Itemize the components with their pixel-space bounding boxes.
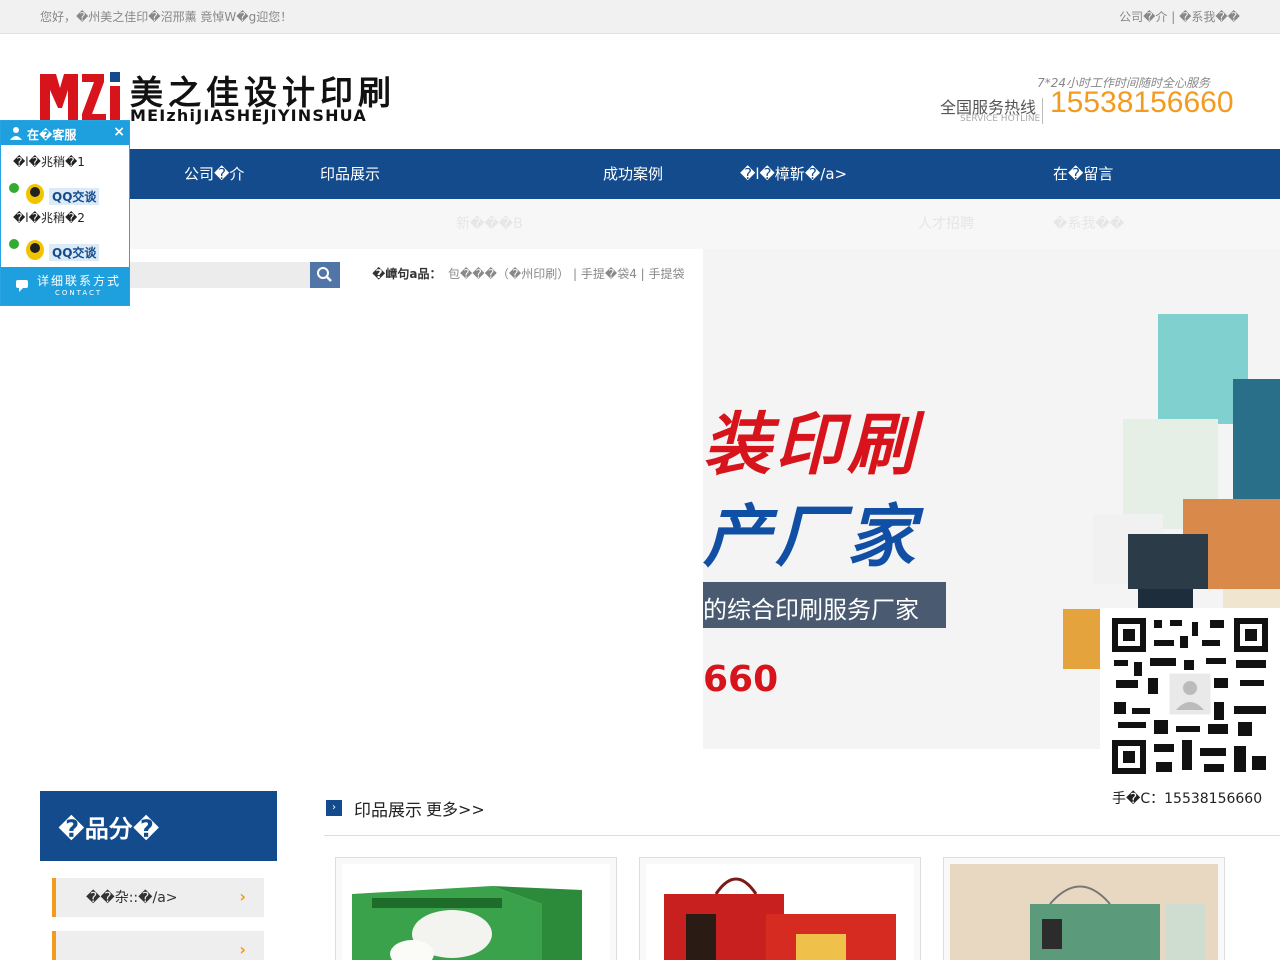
online-check-icon <box>9 239 19 249</box>
hot-keywords-label: �嶂句a品： <box>372 267 442 281</box>
banner-line-1: 装印刷 <box>703 406 920 485</box>
category-item-1[interactable]: ��杂::�/a> › <box>52 878 264 917</box>
close-icon[interactable]: × <box>113 124 125 140</box>
category-title: �品分� <box>58 815 160 843</box>
category-item-label: ��杂::�/a> <box>86 890 178 906</box>
site-logo[interactable]: 美之佳设计印刷 MEIzhiJIASHEJIYINSHUA <box>38 66 408 126</box>
sub-nav: 新���B 人才招聘 �系我�� <box>0 199 1280 249</box>
kefu-header: 在�客服 × <box>1 121 129 145</box>
nav-item-message[interactable]: 在�留言 <box>1053 163 1113 184</box>
product-card-3[interactable] <box>943 857 1225 960</box>
banner-strip: 的综合印刷服务厂家 <box>703 582 946 628</box>
chevron-right-icon: › <box>239 887 246 906</box>
tea-gift-bag-image <box>950 864 1218 960</box>
subnav-item-news[interactable]: 新���B <box>456 213 523 233</box>
qr-code-float: 手�C：15538156660 <box>1100 608 1280 808</box>
qq-chat-label-2: QQ交谈 <box>49 244 100 261</box>
logo-mark-icon <box>40 72 120 122</box>
chevron-right-icon: › <box>239 940 246 959</box>
qq-chat-button-2[interactable]: QQ交谈 <box>23 239 103 261</box>
hot-keywords[interactable]: 包���（�州印刷） | 手提�袋4 | 手提袋 <box>448 265 685 282</box>
kefu-agent-1: �l�兆稍�1 <box>13 155 85 169</box>
qq-chat-label-1: QQ交谈 <box>49 188 100 205</box>
banner-line-2: 产厂家 <box>703 498 920 577</box>
product-card-2[interactable] <box>639 857 921 960</box>
category-header: �品分� <box>40 791 277 861</box>
main-nav: 公司�介 印品展示 成功案例 �l�樟靳�/a> 在�留言 <box>0 149 1280 199</box>
search-input[interactable] <box>128 262 310 288</box>
logo-english-name: MEIzhiJIASHEJIYINSHUA <box>130 106 367 125</box>
subnav-item-jobs[interactable]: 人才招聘 <box>918 213 974 233</box>
welcome-text: 您好，�州美之佳印�沼邢薰 竟悼W�g迎您！ <box>40 10 293 24</box>
arrow-right-icon: › <box>326 800 342 816</box>
kefu-title: 在�客服 <box>27 128 77 142</box>
nav-item-about[interactable]: 公司�介 <box>184 163 244 184</box>
search-button[interactable] <box>310 262 340 288</box>
products-more-link[interactable]: 更多>> <box>426 796 485 820</box>
green-gift-box-image <box>352 886 582 960</box>
top-bar: 您好，�州美之佳印�沼邢薰 竟悼W�g迎您！ 公司�介 | �系我�� <box>0 0 1280 34</box>
category-item-2[interactable]: › <box>52 931 264 960</box>
nav-item-products[interactable]: 印品展示 <box>320 163 380 184</box>
kefu-agent-2: �l�兆稍�2 <box>13 211 85 225</box>
kefu-footer-text: 详细联系方式 <box>37 274 122 288</box>
products-title: 印品展示 <box>354 801 422 821</box>
qr-caption: 手�C：15538156660 <box>1112 791 1263 807</box>
subnav-item-contact[interactable]: �系我�� <box>1053 213 1124 233</box>
banner-strip-text: 的综合印刷服务厂家 <box>703 596 919 624</box>
qq-chat-button-1[interactable]: QQ交谈 <box>23 183 103 205</box>
search-icon <box>317 267 332 282</box>
nav-item-contact[interactable]: �l�樟靳�/a> <box>740 163 847 184</box>
hotline-divider <box>1042 98 1043 124</box>
nav-item-cases[interactable]: 成功案例 <box>603 163 663 184</box>
kefu-footer-sub: CONTACT <box>55 289 103 297</box>
qr-code-image <box>1110 616 1270 776</box>
chat-bubble-icon <box>16 280 28 292</box>
banner-phone: 660 <box>703 659 779 700</box>
hotline: 7*24小时工作时间随时全心服务 全国服务热线 SERVICE HOTLINE … <box>940 72 1250 128</box>
kefu-contact-link[interactable]: 详细联系方式 CONTACT <box>1 267 129 305</box>
customer-service-float: 在�客服 × �l�兆稍�1 QQ交谈 �l�兆稍�2 QQ交谈 详细联系方式 … <box>0 120 130 306</box>
top-links[interactable]: 公司�介 | �系我�� <box>1119 8 1240 25</box>
user-icon <box>10 127 22 140</box>
hotline-sub: SERVICE HOTLINE <box>960 114 1041 124</box>
product-card-1[interactable] <box>335 857 617 960</box>
red-paper-bag-image <box>664 877 896 960</box>
hotline-number: 15538156660 <box>1050 86 1234 119</box>
online-check-icon <box>9 183 19 193</box>
